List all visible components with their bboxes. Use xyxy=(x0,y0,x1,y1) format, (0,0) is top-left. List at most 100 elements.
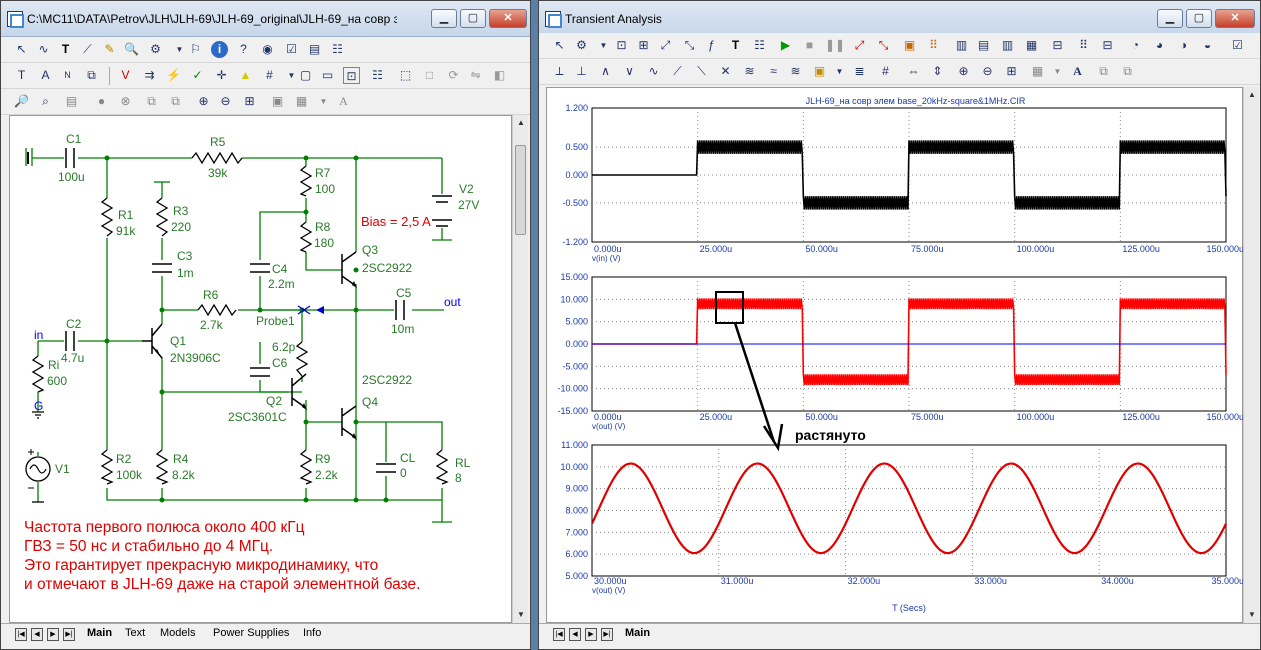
binoculars-icon[interactable]: ⌕ xyxy=(37,93,54,110)
wave2-icon[interactable]: ≈ xyxy=(765,63,782,80)
dropdown-icon[interactable]: ▼ xyxy=(595,37,612,54)
tab-models[interactable]: Models xyxy=(154,627,201,639)
formula-icon[interactable]: ƒ xyxy=(703,37,720,54)
label-C1[interactable]: C1 xyxy=(66,132,81,146)
plot-area[interactable]: 0.000u 25.000u 50.000u 75.000u 100.000u 125.0… xyxy=(546,87,1244,623)
scale-icon[interactable]: ⊡ xyxy=(613,37,630,54)
label-R7[interactable]: R7 xyxy=(315,166,330,180)
tab-text[interactable]: Text xyxy=(119,627,151,639)
bbox-icon[interactable]: ⬚ xyxy=(397,67,414,84)
label-R2[interactable]: R2 xyxy=(116,452,131,466)
stop-icon[interactable]: ■ xyxy=(801,37,818,54)
label-C5[interactable]: C5 xyxy=(396,286,411,300)
table-icon[interactable]: ▦ xyxy=(293,93,310,110)
dropdown-icon[interactable]: ▼ xyxy=(171,41,188,58)
last-page-button[interactable]: ▶| xyxy=(63,628,75,641)
zoom1-icon[interactable]: ◔ xyxy=(1127,37,1144,54)
label-CL[interactable]: CL xyxy=(400,451,415,465)
wire-icon[interactable]: ∿ xyxy=(35,41,52,58)
component-icon[interactable]: ⚙ xyxy=(573,37,590,54)
label-V2[interactable]: V2 xyxy=(459,182,474,196)
dots-icon[interactable]: ⠿ xyxy=(1075,37,1092,54)
schematic-vertical-scrollbar[interactable]: ▲ ▼ xyxy=(512,115,528,623)
props-icon[interactable]: ☷ xyxy=(329,41,346,58)
select-icon[interactable]: ↖ xyxy=(551,37,568,54)
rotate-icon[interactable]: ⟳ xyxy=(445,67,462,84)
flag-icon[interactable]: ⚐ xyxy=(187,41,204,58)
scroll-up-arrow[interactable]: ▲ xyxy=(513,115,529,131)
label-R5[interactable]: R5 xyxy=(210,135,225,149)
layers2-icon[interactable]: ⧉ xyxy=(1119,63,1136,80)
node-numbers-icon[interactable]: N xyxy=(59,67,76,84)
grid4-icon[interactable]: ▦ xyxy=(1023,37,1040,54)
minus-icon[interactable]: ⊟ xyxy=(1099,37,1116,54)
attr-text-icon[interactable]: T xyxy=(13,67,30,84)
camera-icon[interactable]: ▣ xyxy=(269,93,286,110)
find-icon[interactable]: 🔎 xyxy=(13,93,30,110)
zoom3-icon[interactable]: ◑ xyxy=(1175,37,1192,54)
warning-icon[interactable]: ▲ xyxy=(237,67,254,84)
component-icon[interactable]: ⚙ xyxy=(147,41,164,58)
label-R3[interactable]: R3 xyxy=(173,204,188,218)
wave1-icon[interactable]: ≋ xyxy=(741,63,758,80)
stop-icon[interactable]: ● xyxy=(93,93,110,110)
close-button[interactable]: ✕ xyxy=(489,9,527,28)
layers2-icon[interactable]: ⧉ xyxy=(167,93,184,110)
table-dropdown-icon[interactable]: ▼ xyxy=(315,93,332,110)
props-icon[interactable]: ☑ xyxy=(1229,37,1246,54)
zoom-in-icon[interactable]: ⊕ xyxy=(955,63,972,80)
label-RL[interactable]: RL xyxy=(455,456,470,470)
hline-icon[interactable]: ⊟ xyxy=(1049,37,1066,54)
next-page-button[interactable]: ▶ xyxy=(47,628,59,641)
numbers-icon[interactable]: # xyxy=(877,63,894,80)
grid1-icon[interactable]: ▥ xyxy=(953,37,970,54)
rubberband-icon[interactable]: ⊡ xyxy=(343,67,360,84)
label-C3[interactable]: C3 xyxy=(177,249,192,263)
low-icon[interactable]: ∨ xyxy=(621,63,638,80)
arrows-icon[interactable]: ⇉ xyxy=(141,67,158,84)
plot-vertical-scrollbar[interactable]: ▲ ▼ xyxy=(1243,87,1259,623)
line-icon[interactable]: ⟋ xyxy=(79,41,96,58)
voltage-icon[interactable]: V xyxy=(117,67,134,84)
slope-icon[interactable]: ⟋ xyxy=(669,63,686,80)
palette-icon[interactable]: ▣ xyxy=(811,63,828,80)
label-R1[interactable]: R1 xyxy=(118,208,133,222)
checklist-icon[interactable]: ☑ xyxy=(283,41,300,58)
high-icon[interactable]: ∧ xyxy=(597,63,614,80)
first-page-button[interactable]: |◀ xyxy=(15,628,27,641)
grid2-icon[interactable]: ▤ xyxy=(975,37,992,54)
maximize-button[interactable]: ▢ xyxy=(460,9,486,28)
zoom-out-icon[interactable]: ⊖ xyxy=(217,93,234,110)
scale-y-icon[interactable]: ⤡ xyxy=(875,37,892,54)
info-icon[interactable]: 🔍 xyxy=(123,41,140,58)
properties-icon[interactable]: ☷ xyxy=(751,37,768,54)
lightning-icon[interactable]: ⚡ xyxy=(165,67,182,84)
analysis-title-bar[interactable]: Transient Analysis ▁ ▢ ✕ xyxy=(539,1,1260,37)
last-page-button[interactable]: ▶| xyxy=(601,628,613,641)
grid-doc-icon[interactable]: ▤ xyxy=(306,41,323,58)
tab-info[interactable]: Info xyxy=(297,627,327,639)
pause-icon[interactable]: ❚❚ xyxy=(825,37,845,54)
wave3-icon[interactable]: ≋ xyxy=(787,63,804,80)
minimize-button[interactable]: ▁ xyxy=(431,9,457,28)
doc-icon[interactable]: ▤ xyxy=(63,93,80,110)
scroll-thumb[interactable] xyxy=(515,145,526,235)
label-C4[interactable]: C4 xyxy=(272,262,287,276)
schematic-title-bar[interactable]: C:\MC11\DATA\Petrov\JLH\JLH-69\JLH-69_or… xyxy=(1,1,530,37)
table-dropdown-icon[interactable]: ▼ xyxy=(1049,63,1066,80)
label-Q4[interactable]: Q4 xyxy=(362,395,378,409)
tab-power-supplies[interactable]: Power Supplies xyxy=(207,627,295,639)
label-V1[interactable]: V1 xyxy=(55,462,70,476)
zoom-out-icon[interactable]: ⊖ xyxy=(979,63,996,80)
run-icon[interactable]: ▶ xyxy=(777,37,794,54)
label-Q3[interactable]: Q3 xyxy=(362,243,378,257)
cursor-icon[interactable]: ⤡ xyxy=(681,37,698,54)
cross-icon[interactable]: ✕ xyxy=(717,63,734,80)
flip-icon[interactable]: ⇋ xyxy=(467,67,484,84)
zoom4-icon[interactable]: ◒ xyxy=(1199,37,1216,54)
page2-icon[interactable]: ▭ xyxy=(319,67,336,84)
label-C2[interactable]: C2 xyxy=(66,317,81,331)
label-Ri[interactable]: Ri xyxy=(48,358,59,372)
mirror-icon[interactable]: ◧ xyxy=(491,67,508,84)
attr-a-icon[interactable]: A xyxy=(37,67,54,84)
